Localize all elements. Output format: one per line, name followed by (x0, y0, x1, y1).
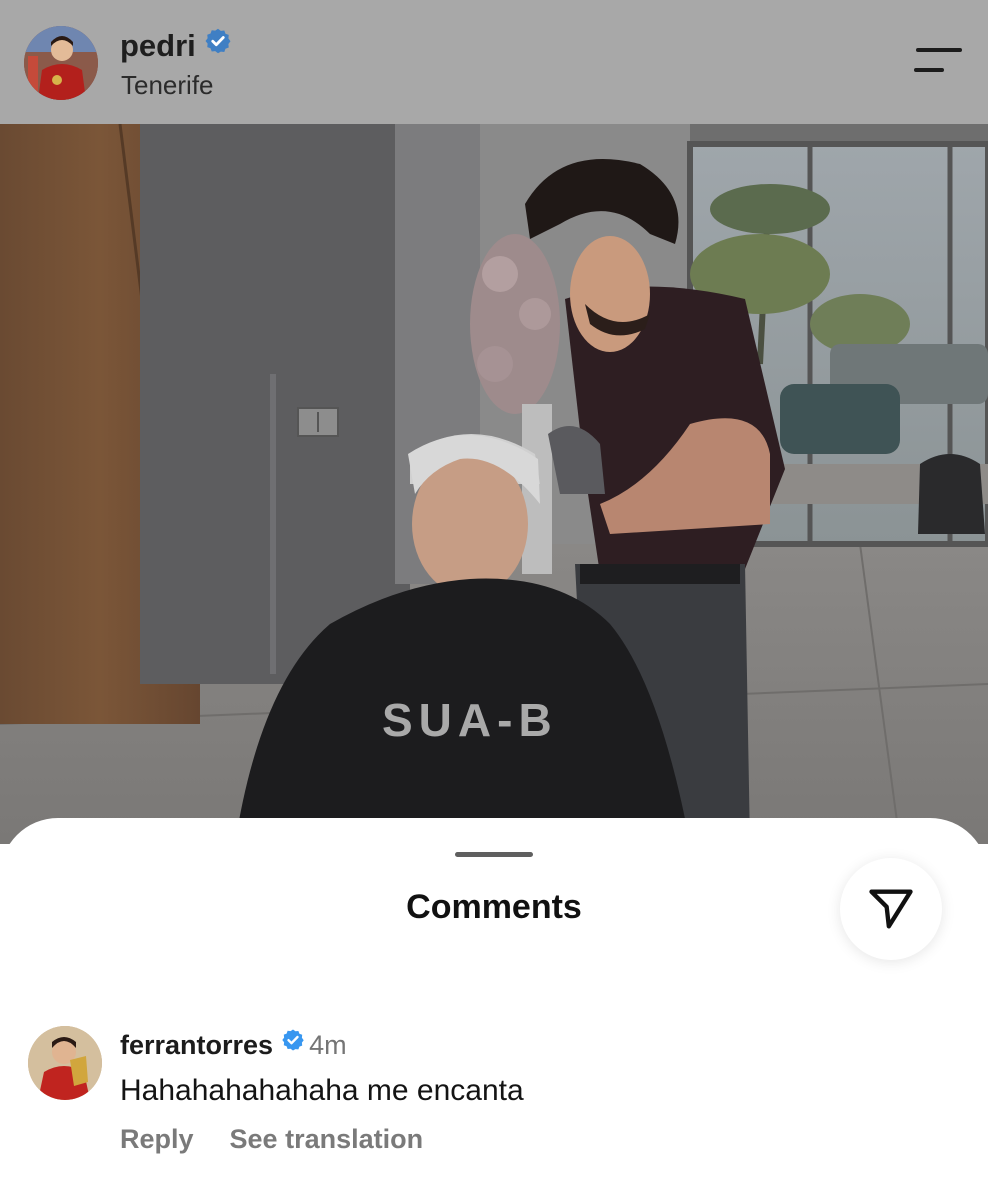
comment-meta: ferrantorres 4m (120, 1028, 347, 1062)
menu-icon[interactable] (912, 48, 962, 76)
share-button[interactable] (840, 858, 942, 960)
comment-time: 4m (309, 1030, 347, 1060)
sheet-drag-handle[interactable] (455, 852, 533, 857)
comment-text: Hahahahahahaha me encanta (120, 1074, 524, 1107)
post-photo: SUA-B (0, 124, 988, 844)
comments-sheet: Comments ferrantorres 4m Hahahahahahaha … (0, 818, 988, 1200)
post-header: pedri Tenerife (0, 0, 988, 124)
comment-item: ferrantorres 4m Hahahahahahaha me encant… (0, 1026, 988, 1166)
send-icon (869, 889, 913, 929)
cape-logo-text: SUA-B (382, 694, 558, 746)
reply-button[interactable]: Reply (120, 1124, 194, 1154)
post-location[interactable]: Tenerife (121, 70, 214, 101)
verified-badge-icon (204, 27, 232, 63)
verified-badge-icon (281, 1028, 305, 1059)
comment-actions: Reply See translation (120, 1124, 459, 1155)
comment-avatar[interactable] (28, 1026, 102, 1100)
post-username[interactable]: pedri (120, 28, 232, 66)
profile-avatar[interactable] (24, 26, 98, 100)
comment-username[interactable]: ferrantorres (120, 1030, 273, 1060)
see-translation-button[interactable]: See translation (230, 1124, 424, 1154)
